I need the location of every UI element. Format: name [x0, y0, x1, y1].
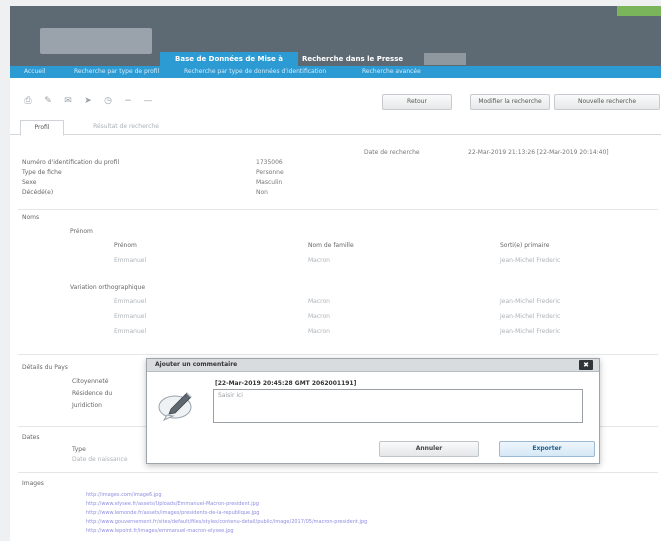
- table-cell: Macron: [308, 328, 330, 335]
- cancel-button[interactable]: Annuler: [379, 441, 479, 457]
- pin-icon[interactable]: ➤: [82, 96, 94, 106]
- mail-icon[interactable]: ✉: [62, 96, 74, 106]
- gender-label: Sexe: [22, 179, 37, 186]
- table-cell: Macron: [308, 298, 330, 305]
- export-button[interactable]: Exporter: [499, 441, 595, 457]
- image-link[interactable]: http://www.lepoint.fr/images/emmanuel-ma…: [86, 528, 234, 534]
- table-cell: Jean-Michel Frederic: [500, 328, 561, 335]
- section-dates: Dates: [22, 434, 40, 441]
- toolbar: ⎙ ✎ ✉ ➤ ◷ − — Retour Modifier la recherc…: [10, 90, 661, 112]
- tab-database[interactable]: Base de Données de Mise à: [160, 52, 298, 66]
- section-country: Détails du Pays: [22, 364, 68, 371]
- jurisdiction-label: Juridiction: [72, 402, 102, 409]
- table-cell: Jean-Michel Frederic: [500, 298, 561, 305]
- image-link[interactable]: http://www.gouvernement.fr/sites/default…: [86, 519, 367, 525]
- app-window: Base de Données de Mise à Recherche dans…: [10, 6, 661, 541]
- primary-name-title: Prénom: [70, 228, 93, 235]
- nav-link-advanced[interactable]: Recherche avancée: [362, 66, 421, 78]
- gender-value: Masculin: [256, 179, 283, 186]
- nav-link-profile-type[interactable]: Recherche par type de profil: [74, 66, 159, 78]
- close-icon[interactable]: ✖: [579, 360, 593, 370]
- residence-label: Résidence du: [72, 390, 113, 397]
- print-icon[interactable]: ⎙: [22, 96, 34, 106]
- status-badge: [617, 6, 661, 16]
- record-type-label: Type de fiche: [22, 169, 62, 176]
- modify-search-button[interactable]: Modifier la recherche: [470, 94, 550, 110]
- comment-icon: [158, 392, 192, 421]
- new-search-button[interactable]: Nouvelle recherche: [554, 94, 660, 110]
- col-last-name: Nom de famille: [308, 242, 354, 249]
- nav-link-home[interactable]: Accueil: [24, 66, 45, 78]
- table-cell: Emmanuel: [114, 298, 147, 305]
- minus-icon[interactable]: −: [122, 96, 134, 106]
- nav-link-id-type[interactable]: Recherche par type de données d'identifi…: [184, 66, 326, 78]
- divider: [18, 354, 658, 355]
- record-type-value: Personne: [256, 169, 284, 176]
- date-type-label: Type: [72, 446, 86, 453]
- table-cell: Emmanuel: [114, 328, 147, 335]
- logo-placeholder: [40, 28, 152, 54]
- table-cell: Jean-Michel Frederic: [500, 313, 561, 320]
- comment-textarea[interactable]: Saisir ici: [213, 389, 583, 423]
- section-images: Images: [22, 480, 44, 487]
- section-names: Noms: [22, 214, 40, 221]
- back-button[interactable]: Retour: [382, 94, 452, 110]
- view-tabs: Profil Résultat de recherche: [10, 116, 661, 136]
- tab-search-results[interactable]: Résultat de recherche: [76, 120, 176, 134]
- edit-icon[interactable]: ✎: [42, 96, 54, 106]
- date-range-value: 22-Mar-2019 21:13:26 [22-Mar-2019 20:14:…: [468, 149, 609, 156]
- image-link[interactable]: http://images.com/image6.jpg: [86, 492, 162, 498]
- dialog-title: Ajouter un commentaire: [155, 361, 238, 368]
- date-type-value: Date de naissance: [72, 456, 128, 463]
- tab-search[interactable]: Recherche dans le Presse: [302, 52, 403, 66]
- table-cell: Macron: [308, 313, 330, 320]
- dash-icon[interactable]: —: [142, 96, 154, 106]
- top-header: Base de Données de Mise à Recherche dans…: [10, 6, 661, 66]
- deceased-label: Décédé(e): [22, 189, 54, 196]
- table-cell: Macron: [308, 257, 330, 264]
- citizenship-label: Citoyenneté: [72, 378, 109, 385]
- divider: [18, 209, 658, 210]
- deceased-value: Non: [256, 189, 268, 196]
- table-cell: Emmanuel: [114, 257, 147, 264]
- clock-icon[interactable]: ◷: [102, 96, 114, 106]
- col-first-name: Prénom: [114, 242, 137, 249]
- profile-id-label: Numéro d'identification du profil: [22, 159, 120, 166]
- profile-id-value: 1735006: [256, 159, 283, 166]
- variants-title: Variation orthographique: [70, 284, 146, 291]
- image-link[interactable]: http://www.lemonde.fr/assets/images/pres…: [86, 510, 259, 516]
- table-cell: Jean-Michel Frederic: [500, 257, 561, 264]
- tab-profile[interactable]: Profil: [20, 120, 64, 136]
- dialog-date: [22-Mar-2019 20:45:28 GMT 2062001191]: [215, 380, 357, 387]
- col-primary: Sorti(e) primaire: [500, 242, 550, 249]
- comment-dialog: Ajouter un commentaire ✖ [22-Mar-2019 20…: [146, 358, 600, 464]
- image-link[interactable]: http://www.elysee.fr/assets/Uploads/Emma…: [86, 501, 259, 507]
- tab-search-extra[interactable]: [424, 53, 466, 65]
- date-range-label: Date de recherche: [364, 149, 420, 156]
- dialog-header: Ajouter un commentaire ✖: [147, 359, 599, 372]
- divider: [18, 472, 658, 473]
- nav-bar: Accueil Recherche par type de profil Rec…: [10, 66, 661, 78]
- table-cell: Emmanuel: [114, 313, 147, 320]
